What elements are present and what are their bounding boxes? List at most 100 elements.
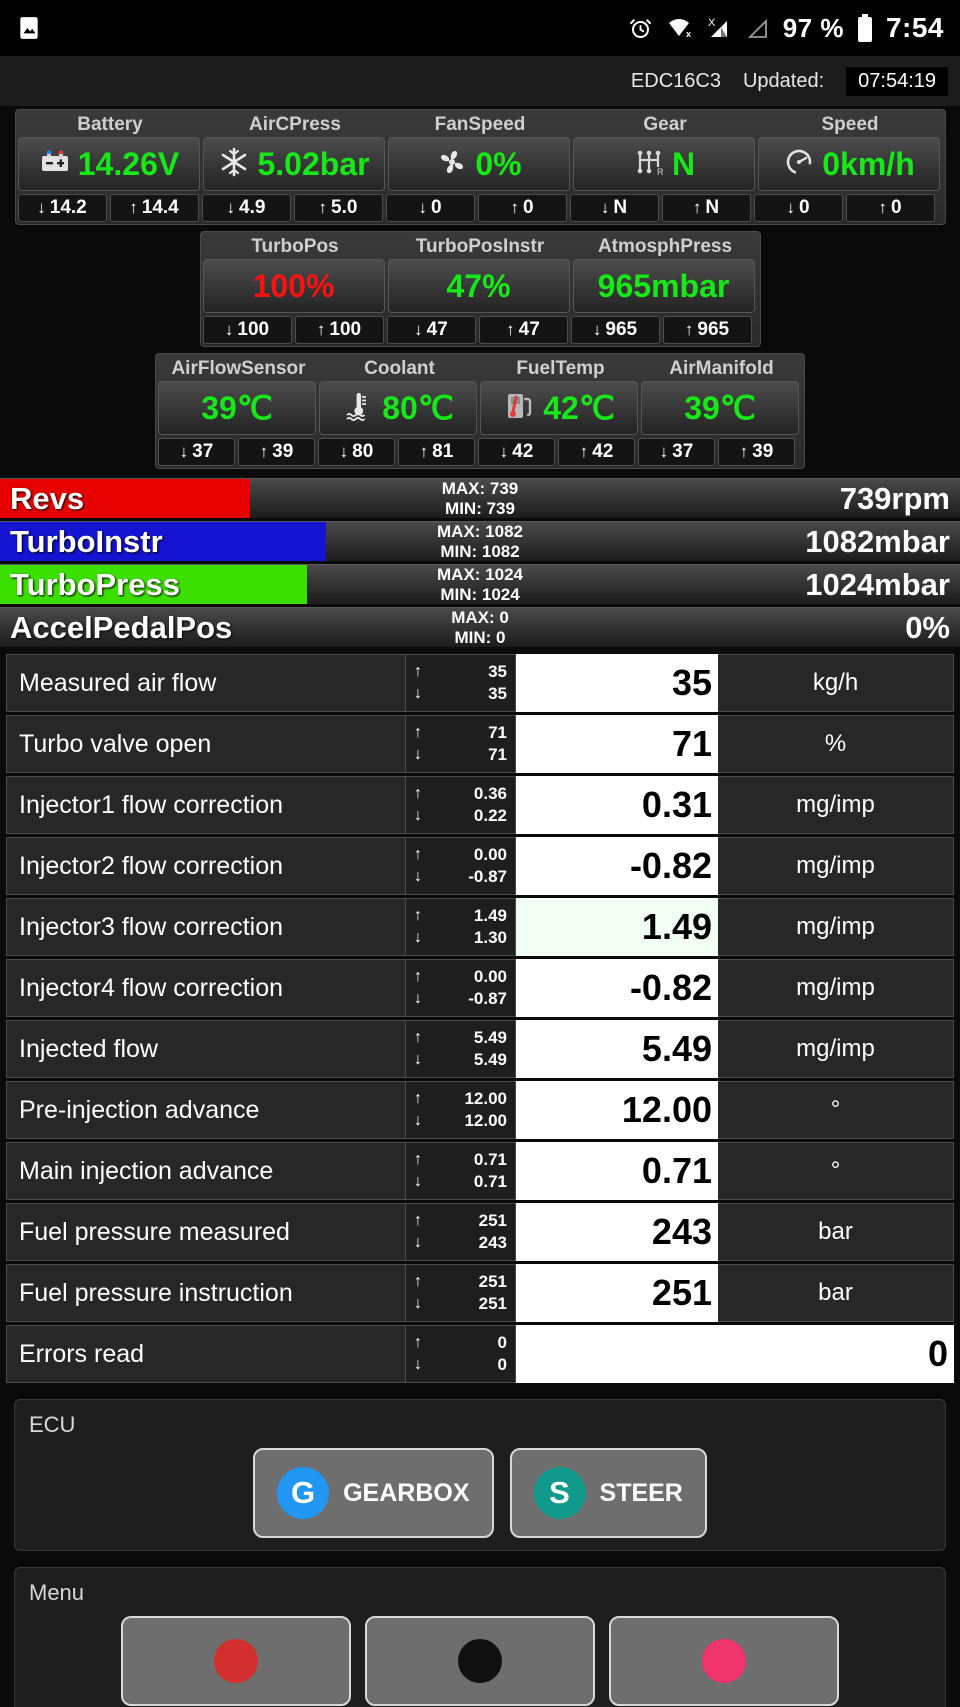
parameter-name: Main injection advance <box>6 1142 406 1200</box>
gauge-value-gear: N <box>671 145 696 182</box>
gauge-max-airflowsensor: ↑ 39 <box>238 438 315 466</box>
gauge-titles-row: TurboPos TurboPosInstr AtmosphPress <box>203 234 758 259</box>
status-bar-clock: 7:54 <box>885 12 944 43</box>
parameter-name: Injector2 flow correction <box>6 837 406 895</box>
gauge-minmax-row: ↓ 14.2 ↑ 14.4 ↓ 4.9 ↑ 5.0 ↓ 0 ↑ 0 ↓ N ↑ N ↓ 0 ↑ 0 <box>17 194 943 222</box>
gauge-min-airmanifold: ↓ 37 <box>638 438 715 466</box>
snowflake-icon <box>217 145 251 184</box>
gauge-value-speed: 0km/h <box>822 145 915 182</box>
gauge-airflowsensor[interactable]: 39℃ <box>158 381 316 435</box>
parameter-minmax: ↑ 251 ↓ 243 <box>406 1203 516 1261</box>
steer-badge-icon: S <box>533 1467 586 1519</box>
gauge-title-gear: Gear <box>643 114 687 135</box>
parameter-value: 243 <box>516 1203 718 1261</box>
fan-icon <box>435 145 469 184</box>
gauge-aircpress[interactable]: 5.02bar <box>202 137 385 191</box>
gauge-min-coolant: ↓ 80 <box>318 438 395 466</box>
parameter-name: Injector3 flow correction <box>6 898 406 956</box>
gauge-min-aircpress: ↓ 4.9 <box>201 194 291 222</box>
parameter-value: 0.71 <box>516 1142 718 1200</box>
ecu-button-steer[interactable]: S STEER <box>509 1448 707 1538</box>
battery-percent-label: 97 % <box>782 12 844 43</box>
speedometer-icon <box>782 145 816 184</box>
parameter-minmax: ↑ 5.49 ↓ 5.49 <box>406 1020 516 1078</box>
gauge-group-row3-wrap: AirFlowSensor Coolant FuelTemp AirManifold 3… <box>0 350 960 472</box>
parameter-minmax: ↑ 0.00 ↓ -0.87 <box>406 959 516 1017</box>
bar-row-turbopress[interactable]: TurboPress MAX: 1024 MIN: 1024 1024mbar <box>0 564 960 604</box>
gauge-max-atmosphpress: ↑ 965 <box>662 316 752 344</box>
menu-button-1[interactable] <box>121 1616 351 1706</box>
table-row[interactable]: Fuel pressure instruction ↑ 251 ↓ 251 251 bar <box>6 1264 954 1322</box>
menu-button-2[interactable] <box>365 1616 595 1706</box>
parameter-name: Fuel pressure measured <box>6 1203 406 1261</box>
gauge-max-airmanifold: ↑ 39 <box>718 438 795 466</box>
alarm-clock-icon <box>628 16 653 41</box>
parameter-name: Turbo valve open <box>6 715 406 773</box>
gauge-max-fueltemp: ↑ 42 <box>558 438 635 466</box>
parameter-unit: mg/imp <box>718 898 954 956</box>
table-row[interactable]: Injector1 flow correction ↑ 0.36 ↓ 0.22 0.31 m… <box>6 776 954 834</box>
gauge-value-aircpress: 5.02bar <box>257 145 370 182</box>
ecu-button-gearbox[interactable]: G GEARBOX <box>253 1448 494 1538</box>
parameter-minmax: ↑ 0.00 ↓ -0.87 <box>406 837 516 895</box>
table-row[interactable]: Errors read ↑ 0 ↓ 0 0 <box>6 1325 954 1383</box>
table-row[interactable]: Injector2 flow correction ↑ 0.00 ↓ -0.87 -0.8… <box>6 837 954 895</box>
coolant-temp-icon <box>342 389 376 428</box>
ecu-button-label: GEARBOX <box>343 1478 470 1507</box>
menu-panel: Menu <box>14 1567 946 1707</box>
gauge-turbopos[interactable]: 100% <box>202 259 385 313</box>
ecu-button-label: STEER <box>599 1478 683 1507</box>
gauge-turboposinstr[interactable]: 47% <box>387 259 570 313</box>
menu-button-3[interactable] <box>609 1616 839 1706</box>
bar-current-value: 0% <box>905 609 950 645</box>
car-battery-icon <box>38 145 72 184</box>
gauge-value-fanspeed: 0% <box>475 145 522 182</box>
gauge-coolant[interactable]: 80℃ <box>319 381 477 435</box>
gauge-group-turbo: TurboPos TurboPosInstr AtmosphPress 100% 47%… <box>199 231 761 347</box>
parameter-unit: bar <box>718 1264 954 1322</box>
table-row[interactable]: Fuel pressure measured ↑ 251 ↓ 243 243 bar <box>6 1203 954 1261</box>
wifi-off-icon: x <box>666 17 692 39</box>
gauge-gear[interactable]: RN <box>572 137 755 191</box>
parameter-name: Measured air flow <box>6 654 406 712</box>
gauge-cells-row: 39℃ 80℃ 42℃ 39℃ <box>158 381 802 435</box>
gauge-title-aircpress: AirCPress <box>249 114 341 135</box>
gauge-title-airflowsensor: AirFlowSensor <box>171 358 306 379</box>
gauge-battery[interactable]: 14.26V <box>17 137 200 191</box>
table-row[interactable]: Turbo valve open ↑ 71 ↓ 71 71% <box>6 715 954 773</box>
signal-bars-icon <box>744 15 770 41</box>
parameter-minmax: ↑ 0.71 ↓ 0.71 <box>406 1142 516 1200</box>
gauge-min-airflowsensor: ↓ 37 <box>158 438 235 466</box>
parameter-minmax: ↑ 251 ↓ 251 <box>406 1264 516 1322</box>
parameter-minmax: ↑ 0 ↓ 0 <box>406 1325 516 1383</box>
menu-button-3-icon <box>702 1639 746 1683</box>
gauge-airmanifold[interactable]: 39℃ <box>641 381 799 435</box>
gauge-speed[interactable]: 0km/h <box>757 137 940 191</box>
bar-row-accelpedalpos[interactable]: AccelPedalPos MAX: 0 MIN: 0 0% <box>0 607 960 647</box>
bar-minmax: MAX: 739 MIN: 739 <box>441 478 519 518</box>
bar-row-turboinstr[interactable]: TurboInstr MAX: 1082 MIN: 1082 1082mbar <box>0 521 960 561</box>
parameter-unit: mg/imp <box>718 837 954 895</box>
gearbox-badge-icon: G <box>277 1467 330 1519</box>
bar-minmax: MAX: 0 MIN: 0 <box>451 607 509 647</box>
gauge-title-turboposinstr: TurboPosInstr <box>415 236 545 257</box>
parameter-value: 251 <box>516 1264 718 1322</box>
table-row[interactable]: Measured air flow ↑ 35 ↓ 35 35 kg/h <box>6 654 954 712</box>
gear-shifter-icon: R <box>632 145 666 184</box>
table-row[interactable]: Injector4 flow correction ↑ 0.00 ↓ -0.87 -0.8… <box>6 959 954 1017</box>
gauge-max-fanspeed: ↑ 0 <box>477 194 567 222</box>
gauge-value-fueltemp: 42℃ <box>543 390 615 426</box>
gauge-fanspeed[interactable]: 0% <box>387 137 570 191</box>
table-row[interactable]: Injector3 flow correction ↑ 1.49 ↓ 1.30 1.49 m… <box>6 898 954 956</box>
table-row[interactable]: Pre-injection advance ↑ 12.00 ↓ 12.00 12.00 ° <box>6 1081 954 1139</box>
gauge-fueltemp[interactable]: 42℃ <box>480 381 638 435</box>
table-row[interactable]: Injected flow ↑ 5.49 ↓ 5.49 5.49 mg/imp <box>6 1020 954 1078</box>
parameter-name: Injected flow <box>6 1020 406 1078</box>
parameter-value: 0 <box>516 1325 954 1383</box>
bar-current-value: 739rpm <box>839 480 950 516</box>
gauge-group-primary: Battery AirCPress FanSpeed Gear Speed 14.26V 5… <box>14 109 946 225</box>
gauge-atmosphpress[interactable]: 965mbar <box>572 259 755 313</box>
bar-row-revs[interactable]: Revs MAX: 739 MIN: 739 739rpm <box>0 478 960 518</box>
parameter-name: Errors read <box>6 1325 406 1383</box>
table-row[interactable]: Main injection advance ↑ 0.71 ↓ 0.71 0.71 ° <box>6 1142 954 1200</box>
